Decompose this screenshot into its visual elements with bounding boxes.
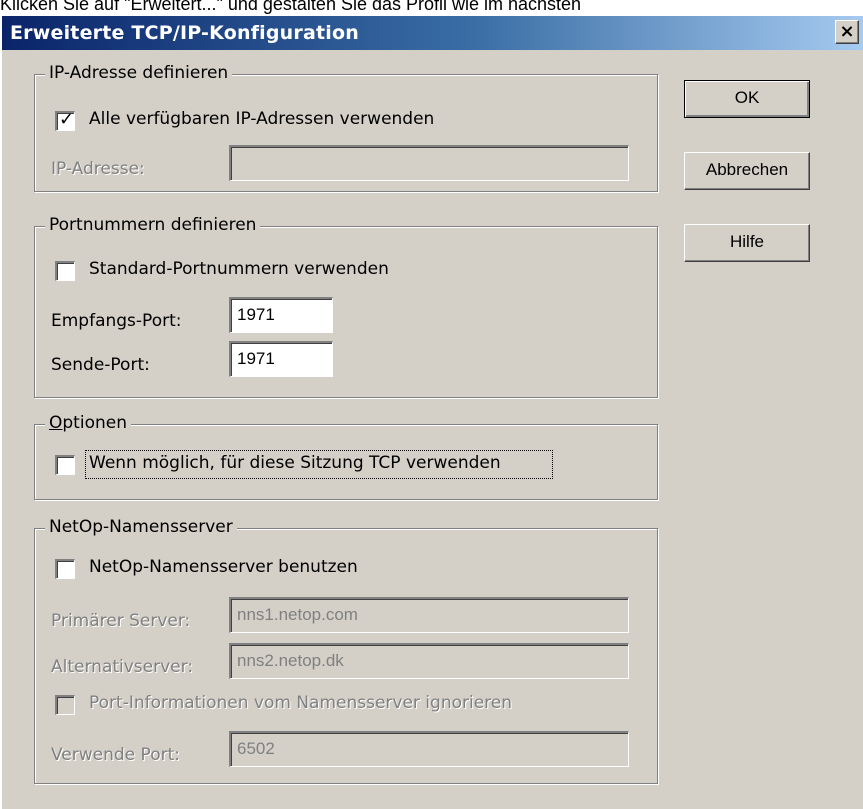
close-button[interactable]: × [835, 20, 859, 44]
tcpip-config-dialog: Erweiterte TCP/IP-Konfiguration × OK Abb… [0, 16, 863, 809]
options-group-legend: Optionen [45, 413, 131, 433]
help-button[interactable]: Hilfe [684, 224, 810, 262]
alternative-server-label: Alternativserver: [51, 657, 194, 677]
port-numbers-group: Portnummern definieren Standard-Portnumm… [34, 215, 658, 398]
use-name-server-checkbox[interactable] [55, 559, 75, 579]
send-port-label: Sende-Port: [51, 355, 150, 375]
options-legend-accesskey: O [49, 413, 63, 433]
primary-server-label: Primärer Server: [51, 611, 191, 631]
ip-group-legend: IP-Adresse definieren [45, 63, 233, 83]
use-tcp-checkbox[interactable] [55, 455, 75, 475]
name-server-group-legend: NetOp-Namensserver [45, 517, 237, 537]
cancel-button[interactable]: Abbrechen [684, 152, 810, 190]
ip-address-input[interactable] [229, 145, 629, 181]
receive-port-label: Empfangs-Port: [51, 311, 182, 331]
send-port-input[interactable]: 1971 [229, 341, 333, 377]
port-group-legend: Portnummern definieren [45, 215, 261, 235]
use-tcp-label[interactable]: Wenn möglich, für diese Sitzung TCP verw… [89, 453, 501, 473]
options-group: Optionen Wenn möglich, für diese Sitzung… [34, 413, 658, 500]
ignore-port-info-label: Port-Informationen vom Namensserver igno… [89, 693, 513, 713]
primary-server-input[interactable]: nns1.netop.com [229, 597, 629, 633]
standard-ports-checkbox[interactable] [55, 261, 75, 281]
receive-port-input[interactable]: 1971 [229, 297, 333, 333]
background-caption: Klicken Sie auf "Erweitert..." und gesta… [0, 0, 582, 14]
dialog-title: Erweiterte TCP/IP-Konfiguration [10, 22, 359, 44]
title-bar: Erweiterte TCP/IP-Konfiguration × [2, 16, 863, 50]
ignore-port-info-checkbox[interactable] [55, 695, 75, 715]
use-port-input[interactable]: 6502 [229, 731, 629, 767]
use-all-ip-label: Alle verfügbaren IP-Adressen verwenden [89, 109, 435, 129]
ip-address-group: IP-Adresse definieren ✓ Alle verfügbaren… [34, 63, 658, 192]
checkmark-icon: ✓ [59, 109, 75, 130]
ok-button[interactable]: OK [684, 80, 810, 118]
standard-ports-label: Standard-Portnummern verwenden [89, 259, 389, 279]
use-port-label: Verwende Port: [51, 745, 180, 765]
options-legend-rest: ptionen [62, 413, 127, 433]
close-icon: × [839, 21, 855, 42]
use-all-ip-checkbox[interactable]: ✓ [55, 109, 75, 131]
alternative-server-input[interactable]: nns2.netop.dk [229, 643, 629, 679]
name-server-group: NetOp-Namensserver NetOp-Namensserver be… [34, 517, 658, 784]
ip-address-label: IP-Adresse: [51, 159, 145, 179]
use-name-server-label: NetOp-Namensserver benutzen [89, 557, 358, 577]
